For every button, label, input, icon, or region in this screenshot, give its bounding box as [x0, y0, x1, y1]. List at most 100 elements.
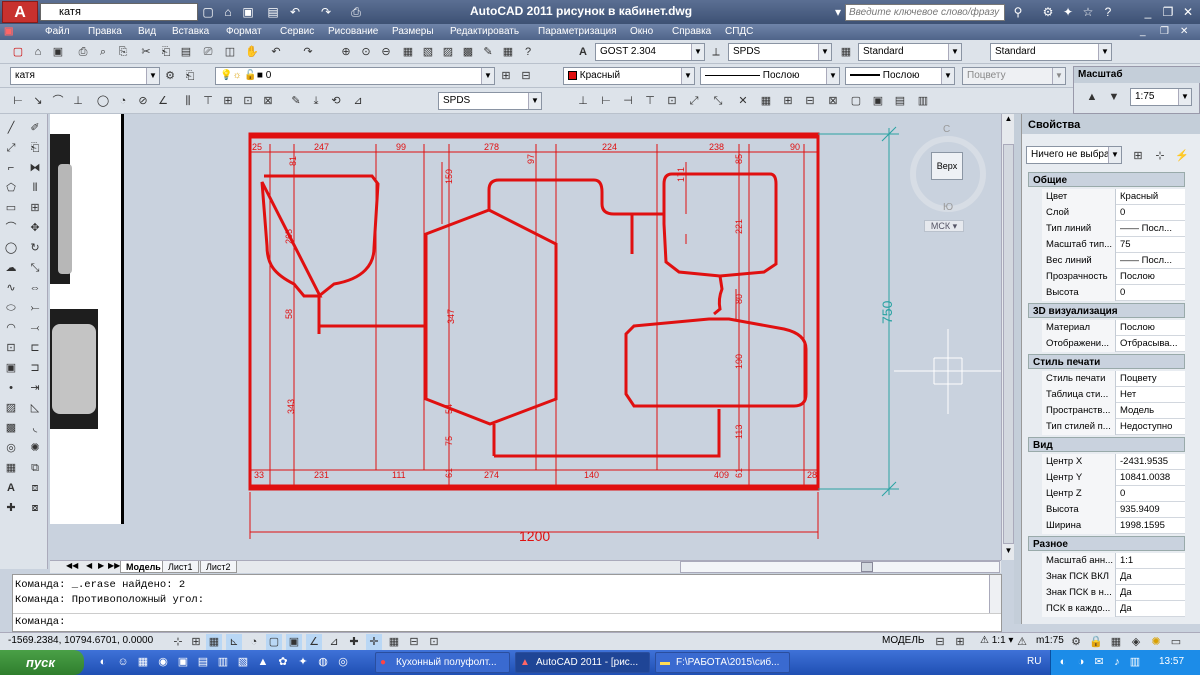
- publish-icon[interactable]: ⎘: [115, 44, 131, 60]
- extend-icon[interactable]: ⤙: [27, 320, 43, 336]
- paste-icon[interactable]: ▤: [178, 44, 194, 60]
- taskbar-window-opera[interactable]: ● Кухонный полуфолт...: [375, 652, 510, 673]
- make-current-icon[interactable]: ⊞: [498, 68, 514, 84]
- color-combo[interactable]: Красный ▼: [563, 67, 695, 85]
- explode-icon[interactable]: ✺: [27, 440, 43, 456]
- command-scrollbar[interactable]: [989, 575, 1001, 613]
- property-section-header[interactable]: 3D визуализация: [1028, 303, 1185, 318]
- spds-tool-12-icon[interactable]: ⊠: [825, 93, 841, 109]
- lightbulb-icon[interactable]: ✺: [1148, 634, 1164, 650]
- property-row[interactable]: Центр X -2431.9535: [1042, 454, 1185, 470]
- tpy-icon[interactable]: ▦: [386, 634, 402, 650]
- menu-draw[interactable]: Рисование: [328, 26, 378, 37]
- quick-select-icon[interactable]: ⚡: [1174, 148, 1190, 164]
- sc-icon[interactable]: ⊡: [426, 634, 442, 650]
- minimize-icon[interactable]: _: [1140, 4, 1156, 20]
- rectangle-icon[interactable]: ▭: [3, 200, 19, 216]
- menu-tools[interactable]: Сервис: [280, 26, 314, 37]
- spds-tool-13-icon[interactable]: ▢: [848, 93, 864, 109]
- spds-tool-8-icon[interactable]: ✕: [735, 93, 751, 109]
- property-row[interactable]: Цвет Красный: [1042, 189, 1185, 205]
- tab-model[interactable]: Модель: [120, 561, 167, 573]
- property-section-header[interactable]: Разное: [1028, 536, 1185, 551]
- rotate-icon[interactable]: ↻: [27, 240, 43, 256]
- property-value[interactable]: -2431.9535: [1118, 454, 1185, 470]
- restore-icon[interactable]: ❐: [1160, 4, 1176, 20]
- scale-combo[interactable]: 1:75 ▼: [1130, 88, 1192, 106]
- property-value[interactable]: —— Посл...: [1118, 221, 1185, 237]
- break-icon[interactable]: ⊐: [27, 360, 43, 376]
- preview-icon[interactable]: ⌕: [95, 44, 111, 60]
- doc-close-icon[interactable]: ✕: [1180, 26, 1188, 37]
- gradient-icon[interactable]: ▩: [3, 420, 19, 436]
- dim-text-edit-icon[interactable]: ⤓: [308, 93, 324, 109]
- infer-icon[interactable]: ⊹: [170, 634, 186, 650]
- linetype-combo[interactable]: Послою ▼: [700, 67, 840, 85]
- quicklaunch-6-icon[interactable]: ▤: [195, 654, 211, 670]
- point-icon[interactable]: •: [3, 380, 19, 396]
- move-icon[interactable]: ✥: [27, 220, 43, 236]
- polygon-icon[interactable]: ⬠: [3, 180, 19, 196]
- property-row[interactable]: Тип стилей п... Недоступно: [1042, 419, 1185, 435]
- revcloud-icon[interactable]: ☁: [3, 260, 19, 276]
- chamfer-icon[interactable]: ◺: [27, 400, 43, 416]
- redo-icon[interactable]: ↷: [300, 44, 316, 60]
- command-input[interactable]: Команда:: [13, 613, 1001, 631]
- snap-icon[interactable]: ⊞: [188, 634, 204, 650]
- saveas-icon[interactable]: ▤: [265, 4, 281, 20]
- taskbar-window-explorer[interactable]: ▬ F:\РАБОТА\2015\сиб...: [655, 652, 790, 673]
- mirror-icon[interactable]: ⧓: [27, 160, 43, 176]
- menu-format[interactable]: Формат: [226, 26, 262, 37]
- quicklaunch-2-icon[interactable]: ☺: [115, 654, 131, 670]
- lwt-icon[interactable]: ✛: [366, 634, 382, 650]
- trim-icon[interactable]: ⤚: [27, 300, 43, 316]
- search-dropdown-icon[interactable]: ▾: [830, 4, 846, 20]
- property-value[interactable]: 0: [1118, 486, 1185, 502]
- quicklaunch-1-icon[interactable]: ◐: [95, 654, 111, 670]
- sheet-set-icon[interactable]: ▩: [460, 44, 476, 60]
- array-icon[interactable]: ⊞: [27, 200, 43, 216]
- property-row[interactable]: ПСК в каждо... Да: [1042, 601, 1185, 617]
- grid-icon[interactable]: ▦: [206, 634, 222, 650]
- tolerance-icon[interactable]: ⊠: [260, 93, 276, 109]
- property-row[interactable]: Прозрачность Послою: [1042, 269, 1185, 285]
- close-icon[interactable]: ✕: [1180, 4, 1196, 20]
- tab-prev-icon[interactable]: ◀: [86, 561, 92, 570]
- tab-last-icon[interactable]: ▶▶: [108, 561, 120, 570]
- property-value[interactable]: 0: [1118, 285, 1185, 301]
- dim-style-combo-2[interactable]: SPDS ▼: [438, 92, 542, 110]
- add-selected-icon[interactable]: ✚: [3, 500, 19, 516]
- new-icon[interactable]: ▢: [200, 4, 216, 20]
- spds-tool-11-icon[interactable]: ⊟: [802, 93, 818, 109]
- layer-manager-icon[interactable]: ⚙: [162, 68, 178, 84]
- property-row[interactable]: Тип линий —— Посл...: [1042, 221, 1185, 237]
- quicklaunch-4-icon[interactable]: ◉: [155, 654, 171, 670]
- spds-tool-15-icon[interactable]: ▤: [892, 93, 908, 109]
- spds-tool-2-icon[interactable]: ⊢: [598, 93, 614, 109]
- spds-tool-3-icon[interactable]: ⊣: [620, 93, 636, 109]
- property-value[interactable]: Да: [1118, 569, 1185, 585]
- 3dosnap-icon[interactable]: ▣: [286, 634, 302, 650]
- fillet-icon[interactable]: ◟: [27, 420, 43, 436]
- property-row[interactable]: Высота 935.9409: [1042, 502, 1185, 518]
- dyn-icon[interactable]: ✚: [346, 634, 362, 650]
- property-row[interactable]: Слой 0: [1042, 205, 1185, 221]
- pickadd-icon[interactable]: ⊞: [1130, 148, 1146, 164]
- quicklaunch-13-icon[interactable]: ◎: [335, 654, 351, 670]
- tray-3-icon[interactable]: ✉: [1091, 654, 1107, 670]
- menu-spds[interactable]: СПДС: [725, 26, 753, 37]
- quicklaunch-9-icon[interactable]: ▲: [255, 654, 271, 670]
- property-row[interactable]: Материал Послою: [1042, 320, 1185, 336]
- lock-ui-icon[interactable]: 🔒: [1088, 634, 1104, 650]
- property-row[interactable]: Высота 0: [1042, 285, 1185, 301]
- property-section-header[interactable]: Вид: [1028, 437, 1185, 452]
- osnap-icon[interactable]: ▢: [266, 634, 282, 650]
- dim-aligned-icon[interactable]: ↘: [30, 93, 46, 109]
- selection-combo[interactable]: Ничего не выбра ▼: [1026, 146, 1122, 164]
- scroll-down-icon[interactable]: ▼: [1003, 546, 1014, 558]
- construction-line-icon[interactable]: ⤢: [3, 140, 19, 156]
- save-icon[interactable]: ▣: [50, 44, 66, 60]
- spds-tool-6-icon[interactable]: ⤢: [686, 93, 702, 109]
- dim-style-combo[interactable]: SPDS ▼: [728, 43, 832, 61]
- line-icon[interactable]: ╱: [3, 120, 19, 136]
